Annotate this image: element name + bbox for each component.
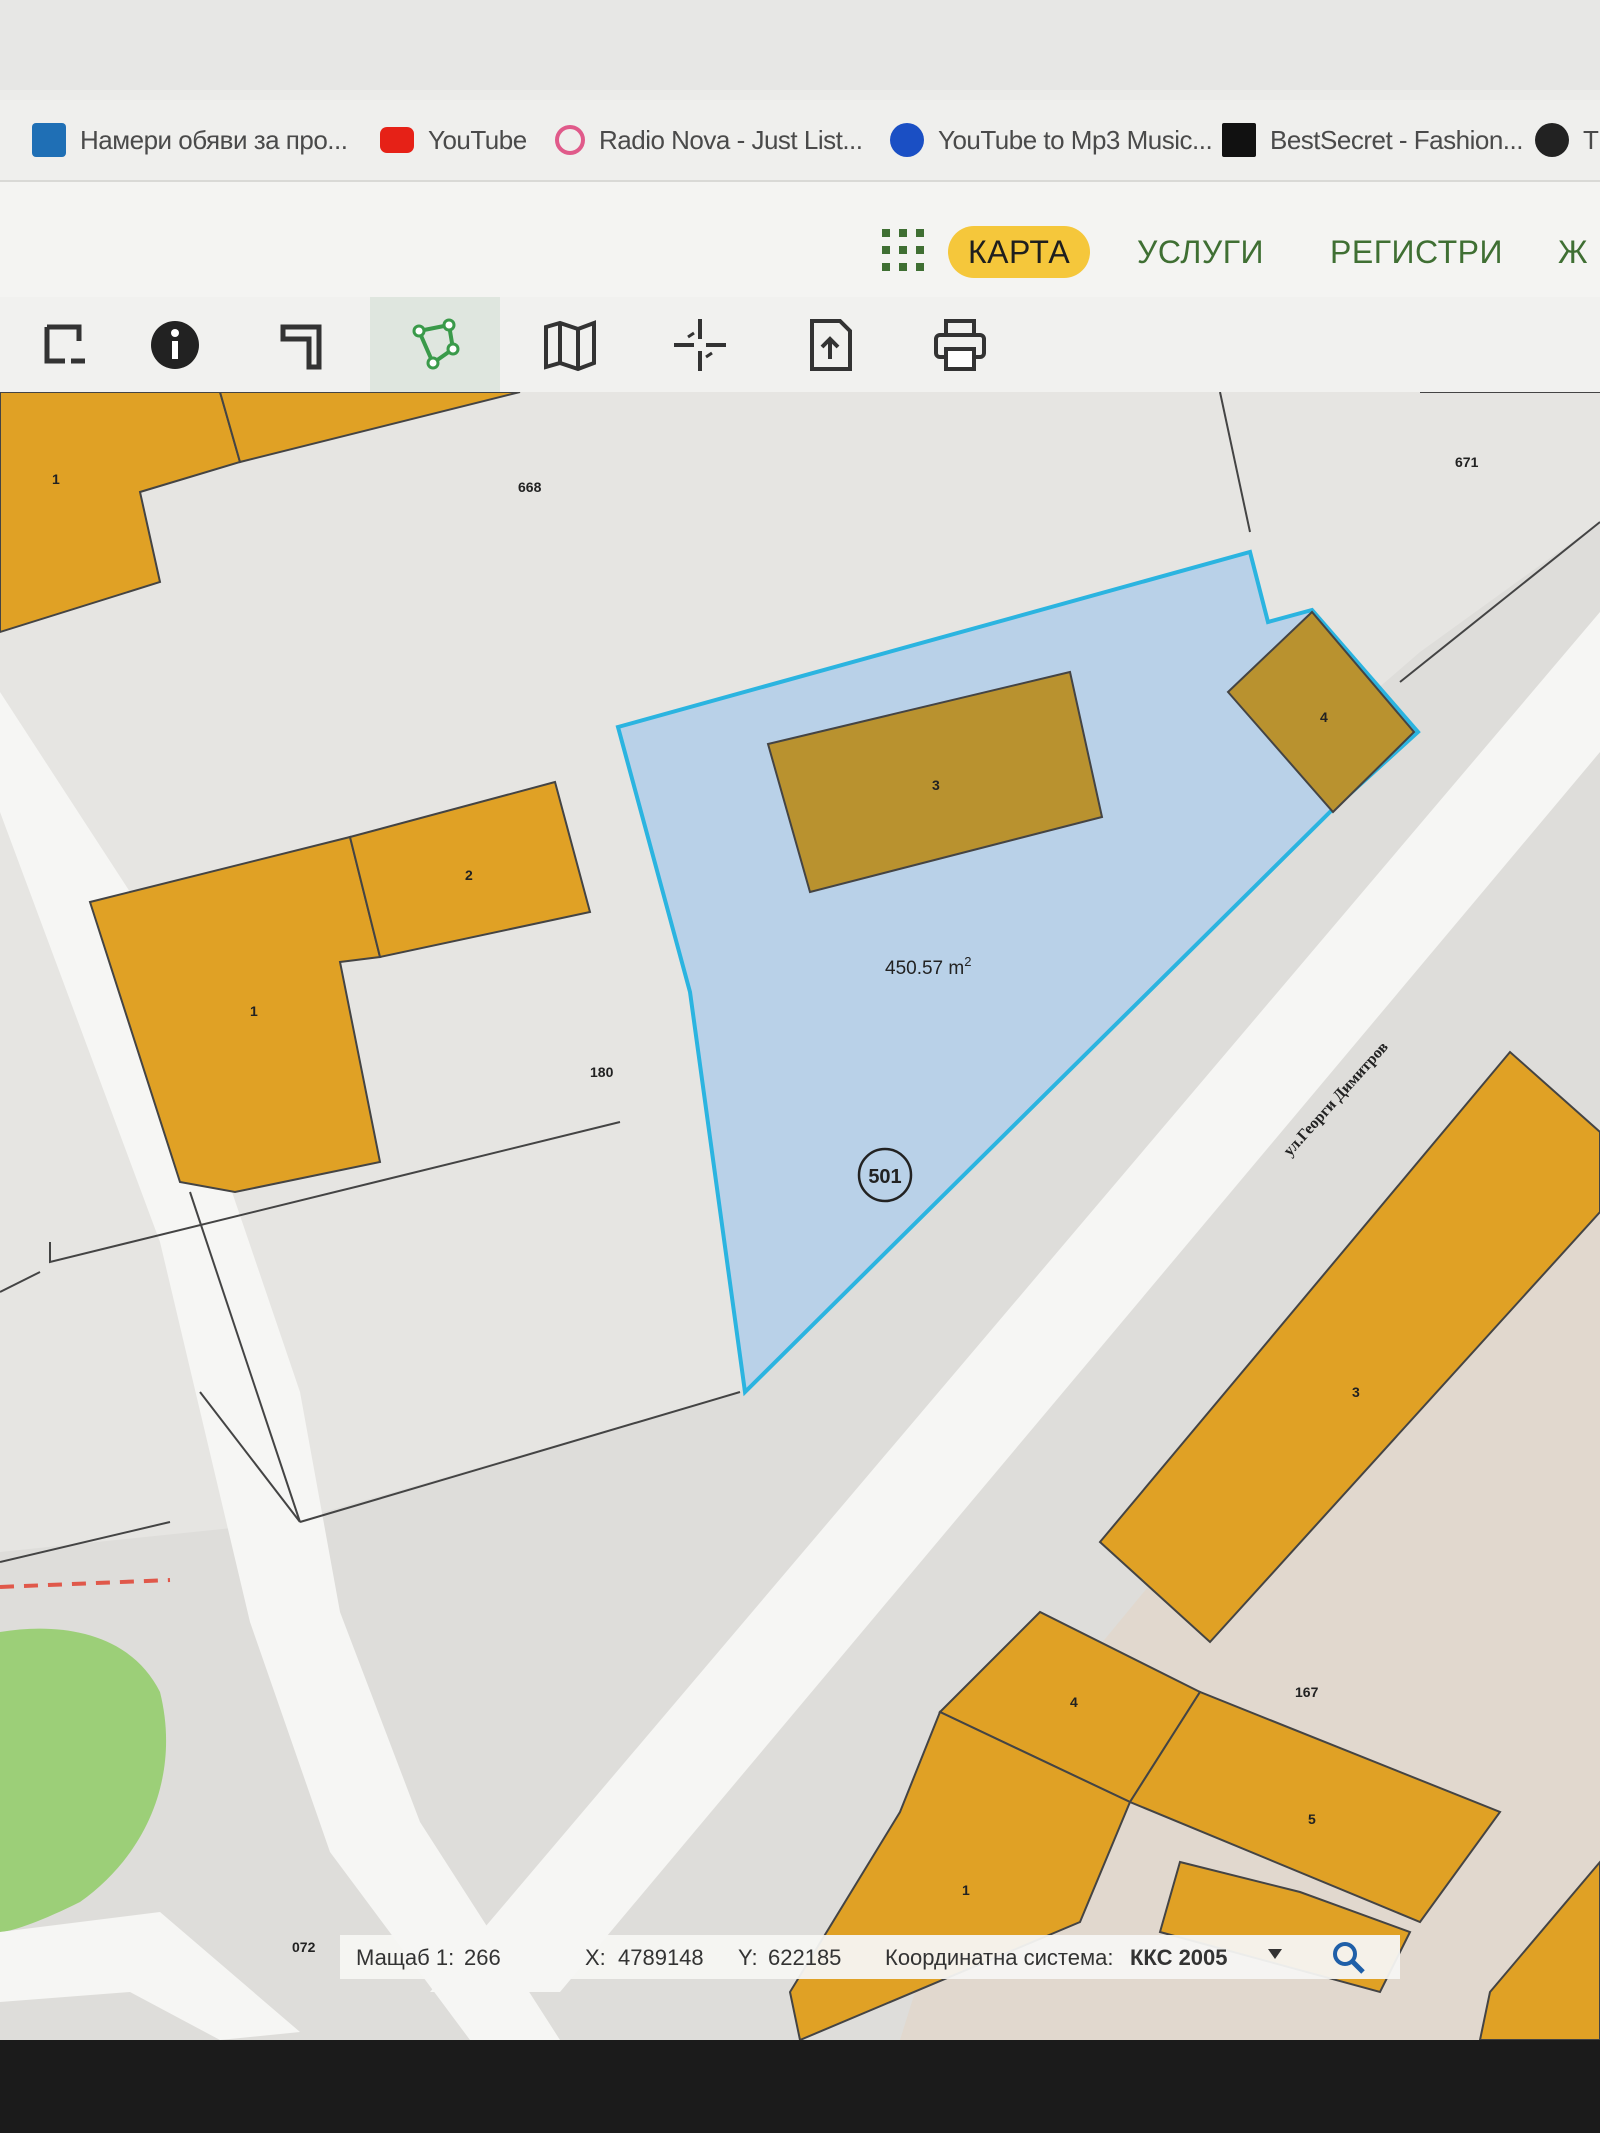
building-label: 2 (465, 867, 473, 883)
print-icon (934, 318, 986, 371)
bookmark-5[interactable]: T (1535, 118, 1599, 162)
tool-info[interactable] (110, 297, 240, 392)
bookmarks-bar: Намери обяви за про... YouTube Radio Nov… (0, 100, 1600, 182)
crs-label: Координатна система: (885, 1945, 1114, 1970)
bookmark-label: Radio Nova - Just List... (599, 124, 863, 155)
map-layers-icon (544, 319, 596, 371)
bookmark-3[interactable]: YouTube to Mp3 Music... (890, 118, 1213, 162)
building-label: 1 (52, 471, 60, 487)
crs-select[interactable]: ККС 2005 (1130, 1945, 1228, 1971)
tool-map-layers[interactable] (505, 297, 635, 392)
scale-label: Мащаб 1: (356, 1945, 455, 1970)
map-toolbar (0, 297, 1600, 394)
nav-tab-registers[interactable]: РЕГИСТРИ (1330, 226, 1503, 278)
parcel-label-180: 180 (590, 1064, 614, 1080)
area-value: 450.57 m (885, 958, 964, 979)
map-status-bar: Мащаб 1: 266 X: 4789148 Y: 622185 Коорди… (340, 1935, 1400, 1979)
youtube-icon (380, 127, 414, 153)
tool-crosshair[interactable] (635, 297, 765, 392)
radio-icon (555, 125, 585, 155)
cadastral-map[interactable]: 668 671 180 167 072 1 1 2 3 4 3 4 5 1 45… (0, 392, 1600, 2040)
parcel-label-072: 072 (292, 1939, 316, 1955)
x-coordinate: 4789148 (618, 1945, 704, 1970)
site-nav: КАРТА УСЛУГИ РЕГИСТРИ Ж (0, 182, 1600, 297)
building-label: 4 (1070, 1694, 1078, 1710)
tool-print[interactable] (895, 297, 1025, 392)
selected-area-label: 450.57 m2 (885, 954, 971, 979)
tool-export[interactable] (765, 297, 895, 392)
select-area-icon (44, 324, 85, 363)
tool-polygon-draw[interactable] (370, 297, 500, 392)
building-label: 1 (962, 1882, 970, 1898)
building-label: 5 (1308, 1811, 1316, 1827)
building-label: 4 (1320, 709, 1328, 725)
window-top-strip (0, 0, 1600, 90)
converter-icon (890, 123, 924, 157)
nav-tab-services[interactable]: УСЛУГИ (1137, 226, 1264, 278)
bookmark-0[interactable]: Намери обяви за про... (32, 118, 348, 162)
parcel-label-668: 668 (518, 479, 542, 495)
search-icon[interactable] (1330, 1939, 1366, 1975)
crosshair-icon (674, 318, 726, 371)
scale-value: 266 (464, 1945, 501, 1970)
building-label: 3 (932, 777, 940, 793)
parcel-label-167: 167 (1295, 1684, 1319, 1700)
bookmark-4[interactable]: BestSecret - Fashion... (1222, 118, 1523, 162)
bookmark-label: YouTube (428, 124, 527, 155)
bestsecret-icon (1222, 123, 1256, 157)
map-canvas[interactable]: 668 671 180 167 072 1 1 2 3 4 3 4 5 1 45… (0, 392, 1600, 2040)
export-icon (810, 318, 852, 371)
measure-icon (280, 324, 322, 369)
y-label: Y: (738, 1945, 758, 1970)
area-exponent: 2 (964, 954, 971, 969)
y-coordinate: 622185 (768, 1945, 842, 1970)
bookmark-1[interactable]: YouTube (380, 118, 527, 162)
bookmark-2[interactable]: Radio Nova - Just List... (555, 118, 863, 162)
browser-screen: Намери обяви за про... YouTube Radio Nov… (0, 0, 1600, 2040)
bookmark-label: YouTube to Mp3 Music... (938, 124, 1213, 155)
building-label: 1 (250, 1003, 258, 1019)
building-label: 3 (1352, 1384, 1360, 1400)
apps-grid-icon[interactable] (880, 227, 926, 273)
bookmark-label: Намери обяви за про... (80, 124, 348, 155)
bookmark-label: T (1583, 124, 1599, 155)
chevron-down-icon[interactable] (1268, 1949, 1282, 1959)
parcel-label-671: 671 (1455, 454, 1479, 470)
x-label: X: (585, 1945, 606, 1970)
nav-tab-map[interactable]: КАРТА (948, 226, 1091, 278)
parcel-number: 501 (868, 1166, 901, 1188)
info-icon (151, 320, 199, 369)
polygon-draw-icon (412, 318, 460, 369)
nav-tab-more[interactable]: Ж (1558, 226, 1588, 278)
monitor-bezel (0, 2040, 1600, 2133)
tool-measure[interactable] (240, 297, 370, 392)
bookmark-label: BestSecret - Fashion... (1270, 124, 1523, 155)
listing-site-icon (32, 123, 66, 157)
globe-icon (1535, 123, 1569, 157)
